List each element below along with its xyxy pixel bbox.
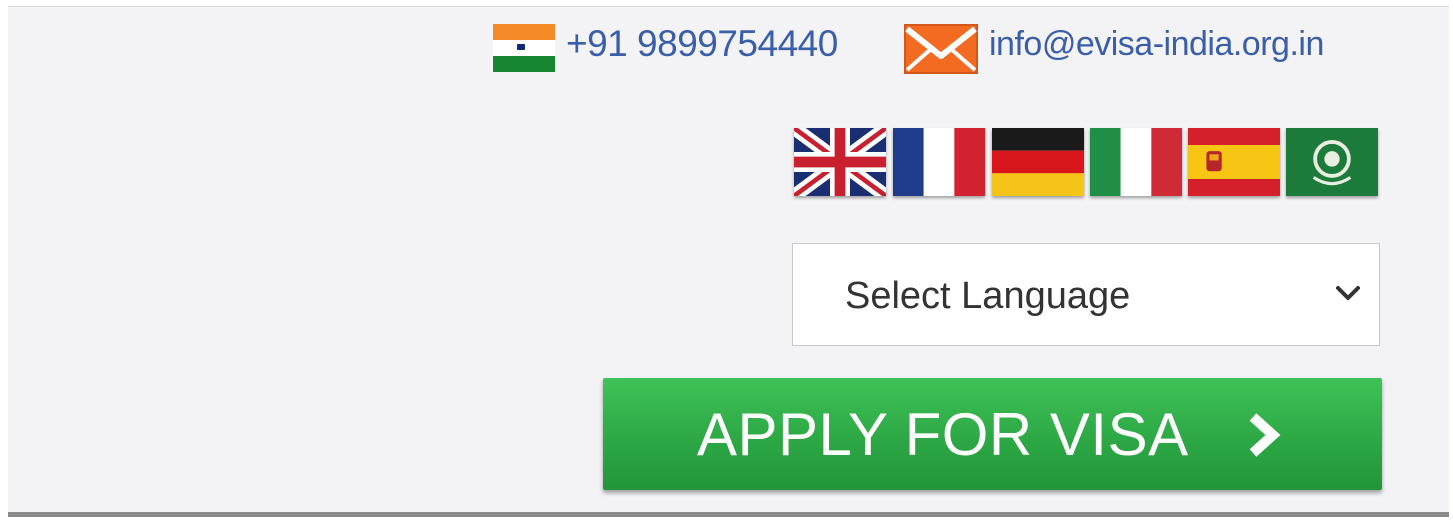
india-flag-icon xyxy=(493,24,555,72)
language-select[interactable]: Select Language xyxy=(792,243,1380,346)
france-flag-icon[interactable] xyxy=(893,128,985,196)
spain-flag-icon[interactable] xyxy=(1188,128,1280,196)
italy-flag-icon[interactable] xyxy=(1090,128,1182,196)
apply-for-visa-button[interactable]: APPLY FOR VISA xyxy=(603,378,1382,490)
envelope-icon xyxy=(904,24,978,74)
email-link[interactable]: info@evisa-india.org.in xyxy=(989,22,1324,66)
arab-league-flag-icon[interactable] xyxy=(1286,128,1378,196)
germany-flag-icon[interactable] xyxy=(992,128,1084,196)
chevron-right-icon xyxy=(1249,413,1281,457)
bottom-divider xyxy=(8,512,1449,517)
language-select-value: Select Language xyxy=(845,275,1131,317)
uk-flag-icon[interactable] xyxy=(794,128,886,196)
chevron-down-icon xyxy=(1336,286,1360,300)
apply-button-label: APPLY FOR VISA xyxy=(697,401,1189,468)
phone-link[interactable]: +91 9899754440 xyxy=(566,22,838,66)
